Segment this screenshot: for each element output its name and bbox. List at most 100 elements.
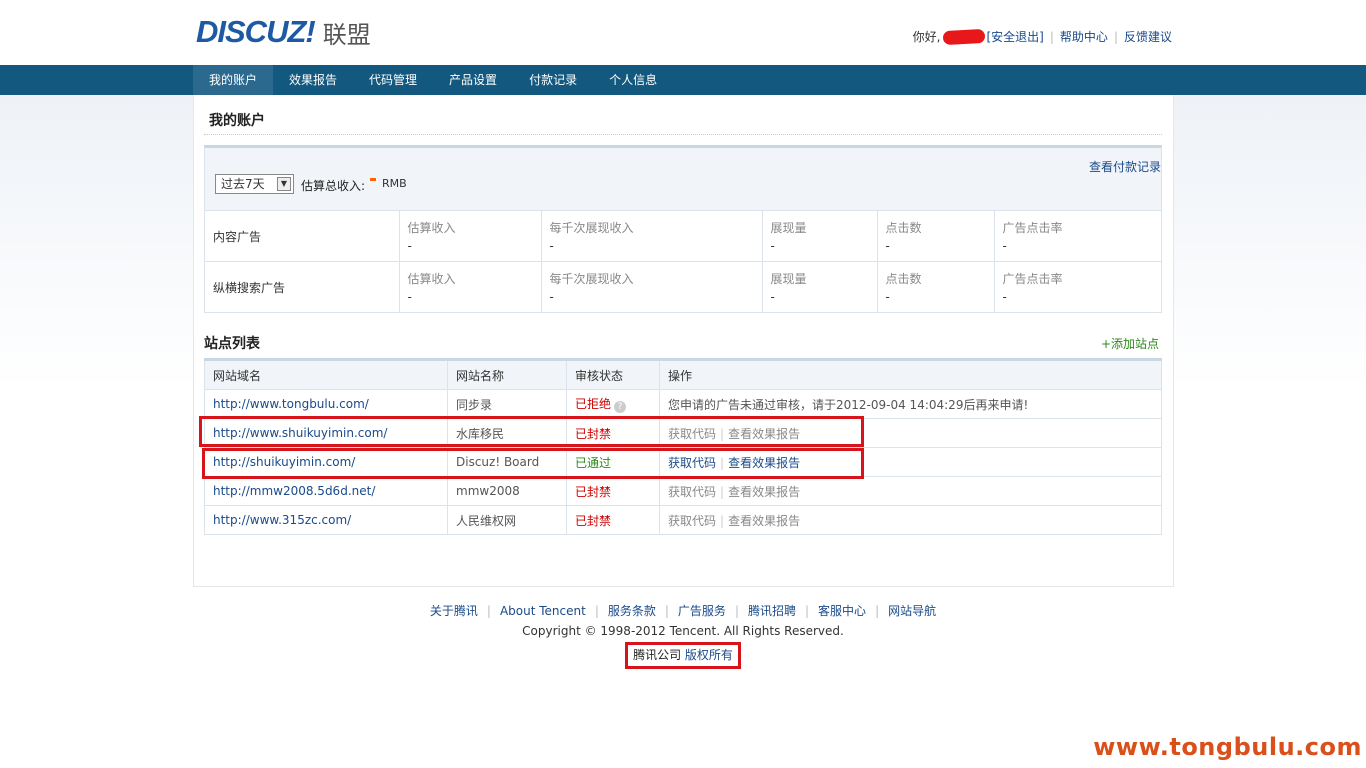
nav-my-account[interactable]: 我的账户 [193, 65, 274, 95]
row-name: 内容广告 [205, 210, 399, 262]
stat-cell: 每千次展现收入 - [540, 210, 762, 262]
stat-cell: 估算收入 - [398, 261, 541, 312]
stat-label: 点击数 [885, 221, 922, 235]
feedback-link[interactable]: 反馈建议 [1124, 28, 1172, 45]
watermark: www.tongbulu.com [1093, 733, 1362, 761]
add-site-link[interactable]: +添加站点 [1101, 335, 1159, 352]
stat-cell: 每千次展现收入 - [540, 261, 762, 312]
sites-section-title: 站点列表 [204, 336, 260, 352]
view-payments-link[interactable]: 查看付款记录 [1089, 158, 1161, 175]
main-panel: 我的账户 查看付款记录 过去7天 ▼ 估算总收入: RMB 内容广告 估算收入 -… [193, 95, 1174, 587]
estimated-total-value [370, 178, 376, 181]
separator: | [594, 604, 599, 618]
stat-value: - [770, 290, 775, 304]
separator: | [664, 604, 669, 618]
copyright: Copyright © 1998-2012 Tencent. All Right… [522, 624, 844, 638]
stat-label: 每千次展现收入 [549, 221, 634, 235]
status-badge: 已拒绝 [575, 397, 612, 411]
site-name: 水库移民 [447, 418, 567, 448]
domain-cell: http://www.shuikuyimin.com/ [204, 418, 448, 448]
status-badge: 已封禁 [575, 513, 612, 528]
stat-label: 展现量 [770, 221, 807, 235]
site-domain-link[interactable]: http://shuikuyimin.com/ [213, 455, 355, 469]
status-cell: 已封禁 [566, 505, 660, 535]
footer-link-jobs[interactable]: 腾讯招聘 [748, 604, 796, 618]
stats-row-search-ads: 纵横搜索广告 估算收入 - 每千次展现收入 - 展现量 - 点击数 - 广告点击率 - [205, 261, 1161, 312]
footer-link-about-en[interactable]: About Tencent [500, 604, 586, 618]
separator: | [1049, 29, 1054, 44]
logo[interactable]: DISCUZ! 联盟 [196, 14, 371, 50]
nav-payment-records[interactable]: 付款记录 [513, 65, 593, 95]
stat-cell: 广告点击率 - [993, 261, 1161, 312]
get-code-link[interactable]: 获取代码 [668, 456, 716, 470]
top-links: 你好, [安全退出] | 帮助中心 | 反馈建议 [913, 28, 1172, 45]
page-title: 我的账户 [209, 113, 265, 129]
site-name: 同步录 [447, 389, 567, 419]
status-cell: 已封禁 [566, 418, 660, 448]
separator: | [720, 484, 725, 499]
footer-link-sitemap[interactable]: 网站导航 [888, 604, 936, 618]
domain-cell: http://www.tongbulu.com/ [204, 389, 448, 419]
status-cell: 已拒绝? [566, 389, 660, 419]
stats-table: 内容广告 估算收入 - 每千次展现收入 - 展现量 - 点击数 - 广告点击率 - 纵横搜… [205, 210, 1161, 312]
separator: | [875, 604, 880, 618]
view-report-link[interactable]: 查看效果报告 [728, 456, 800, 470]
stat-value: - [885, 239, 890, 253]
logout-link[interactable]: [安全退出] [987, 28, 1044, 45]
status-cell: 已通过 [566, 447, 660, 477]
site-name: mmw2008 [447, 476, 567, 506]
stat-label: 估算收入 [407, 272, 456, 286]
stat-value: - [407, 239, 412, 253]
estimated-total-label: 估算总收入: [301, 179, 366, 193]
footer-link-about-cn[interactable]: 关于腾讯 [430, 604, 478, 618]
sites-table: 网站域名 网站名称 审核状态 操作 http://www.tongbulu.co… [204, 358, 1162, 535]
period-value: 过去7天 [221, 177, 265, 191]
nav-product-settings[interactable]: 产品设置 [433, 65, 513, 95]
stat-value: - [549, 290, 554, 304]
footer-link-terms[interactable]: 服务条款 [608, 604, 656, 618]
domain-cell: http://www.315zc.com/ [204, 505, 448, 535]
status-badge: 已封禁 [575, 426, 612, 441]
stat-cell: 估算收入 - [398, 210, 541, 262]
stat-value: - [407, 290, 412, 304]
get-code-link: 获取代码 [668, 484, 717, 499]
site-domain-link[interactable]: http://www.tongbulu.com/ [213, 397, 369, 411]
get-code-link: 获取代码 [668, 513, 717, 528]
stat-label: 每千次展现收入 [549, 272, 634, 286]
footer-link-ad-service[interactable]: 广告服务 [678, 604, 726, 618]
help-icon[interactable]: ? [614, 401, 627, 413]
col-header-domain: 网站域名 [204, 358, 448, 390]
main-nav: 我的账户 效果报告 代码管理 产品设置 付款记录 个人信息 [0, 65, 1366, 95]
row-name: 纵横搜索广告 [205, 261, 399, 312]
chevron-down-icon[interactable]: ▼ [277, 177, 291, 191]
stat-label: 展现量 [770, 272, 807, 286]
footer-link-support[interactable]: 客服中心 [818, 604, 866, 618]
actions-cell: 获取代码 | 查看效果报告 [659, 418, 1162, 448]
site-domain-link[interactable]: http://www.shuikuyimin.com/ [213, 426, 387, 440]
stat-cell: 广告点击率 - [993, 210, 1161, 262]
stats-row-content-ads: 内容广告 估算收入 - 每千次展现收入 - 展现量 - 点击数 - 广告点击率 - [205, 210, 1161, 262]
col-header-name: 网站名称 [447, 358, 567, 390]
stat-cell: 点击数 - [876, 210, 994, 262]
site-domain-link[interactable]: http://www.315zc.com/ [213, 513, 351, 527]
stat-value: - [885, 290, 890, 304]
help-center-link[interactable]: 帮助中心 [1060, 28, 1108, 45]
domain-cell: http://mmw2008.5d6d.net/ [204, 476, 448, 506]
view-report-link: 查看效果报告 [728, 484, 801, 499]
nav-personal-info[interactable]: 个人信息 [593, 65, 673, 95]
status-cell: 已封禁 [566, 476, 660, 506]
site-name: 人民维权网 [447, 505, 567, 535]
period-select[interactable]: 过去7天 ▼ [215, 174, 294, 194]
logo-discuz: DISCUZ! [196, 14, 316, 49]
site-name: Discuz! Board [447, 447, 567, 477]
separator: | [720, 513, 725, 528]
stat-label: 估算收入 [407, 221, 456, 235]
actions-cell: 获取代码 | 查看效果报告 [659, 447, 1162, 477]
rights-link[interactable]: 版权所有 [685, 648, 733, 662]
separator: | [720, 455, 725, 470]
site-domain-link[interactable]: http://mmw2008.5d6d.net/ [213, 484, 375, 498]
view-report-link: 查看效果报告 [728, 513, 801, 528]
stat-value: - [1002, 239, 1007, 253]
nav-code-management[interactable]: 代码管理 [353, 65, 433, 95]
nav-reports[interactable]: 效果报告 [273, 65, 353, 95]
